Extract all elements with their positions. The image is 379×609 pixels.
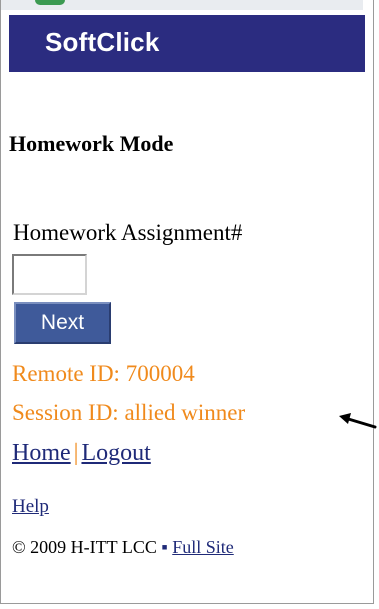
session-id-text: Session ID: allied winner: [12, 400, 246, 425]
remote-id-text: Remote ID: 700004: [12, 361, 195, 386]
status-strip: [1, 0, 363, 10]
help-link[interactable]: Help: [12, 496, 49, 518]
footer-bullet-icon: ▪: [161, 537, 168, 557]
assignment-label: Homework Assignment#: [13, 220, 243, 245]
nav-links: Home | Logout: [12, 440, 151, 467]
brand-title: SoftClick: [45, 27, 160, 57]
logout-link[interactable]: Logout: [81, 440, 150, 466]
nav-separator: |: [73, 440, 79, 466]
assignment-number-input[interactable]: [12, 254, 87, 295]
page-title: Homework Mode: [9, 131, 174, 156]
next-button[interactable]: Next: [14, 302, 111, 344]
app-header: SoftClick: [9, 15, 365, 72]
footer: © 2009 H-ITT LCC ▪ Full Site: [12, 537, 234, 558]
full-site-link[interactable]: Full Site: [172, 537, 234, 557]
phone-frame: SoftClick Homework Mode Homework Assignm…: [0, 0, 377, 604]
arrow-left-icon: [339, 413, 377, 429]
copyright-text: © 2009 H-ITT LCC: [12, 537, 157, 557]
status-indicator-icon: [35, 0, 65, 5]
home-link[interactable]: Home: [12, 440, 71, 466]
